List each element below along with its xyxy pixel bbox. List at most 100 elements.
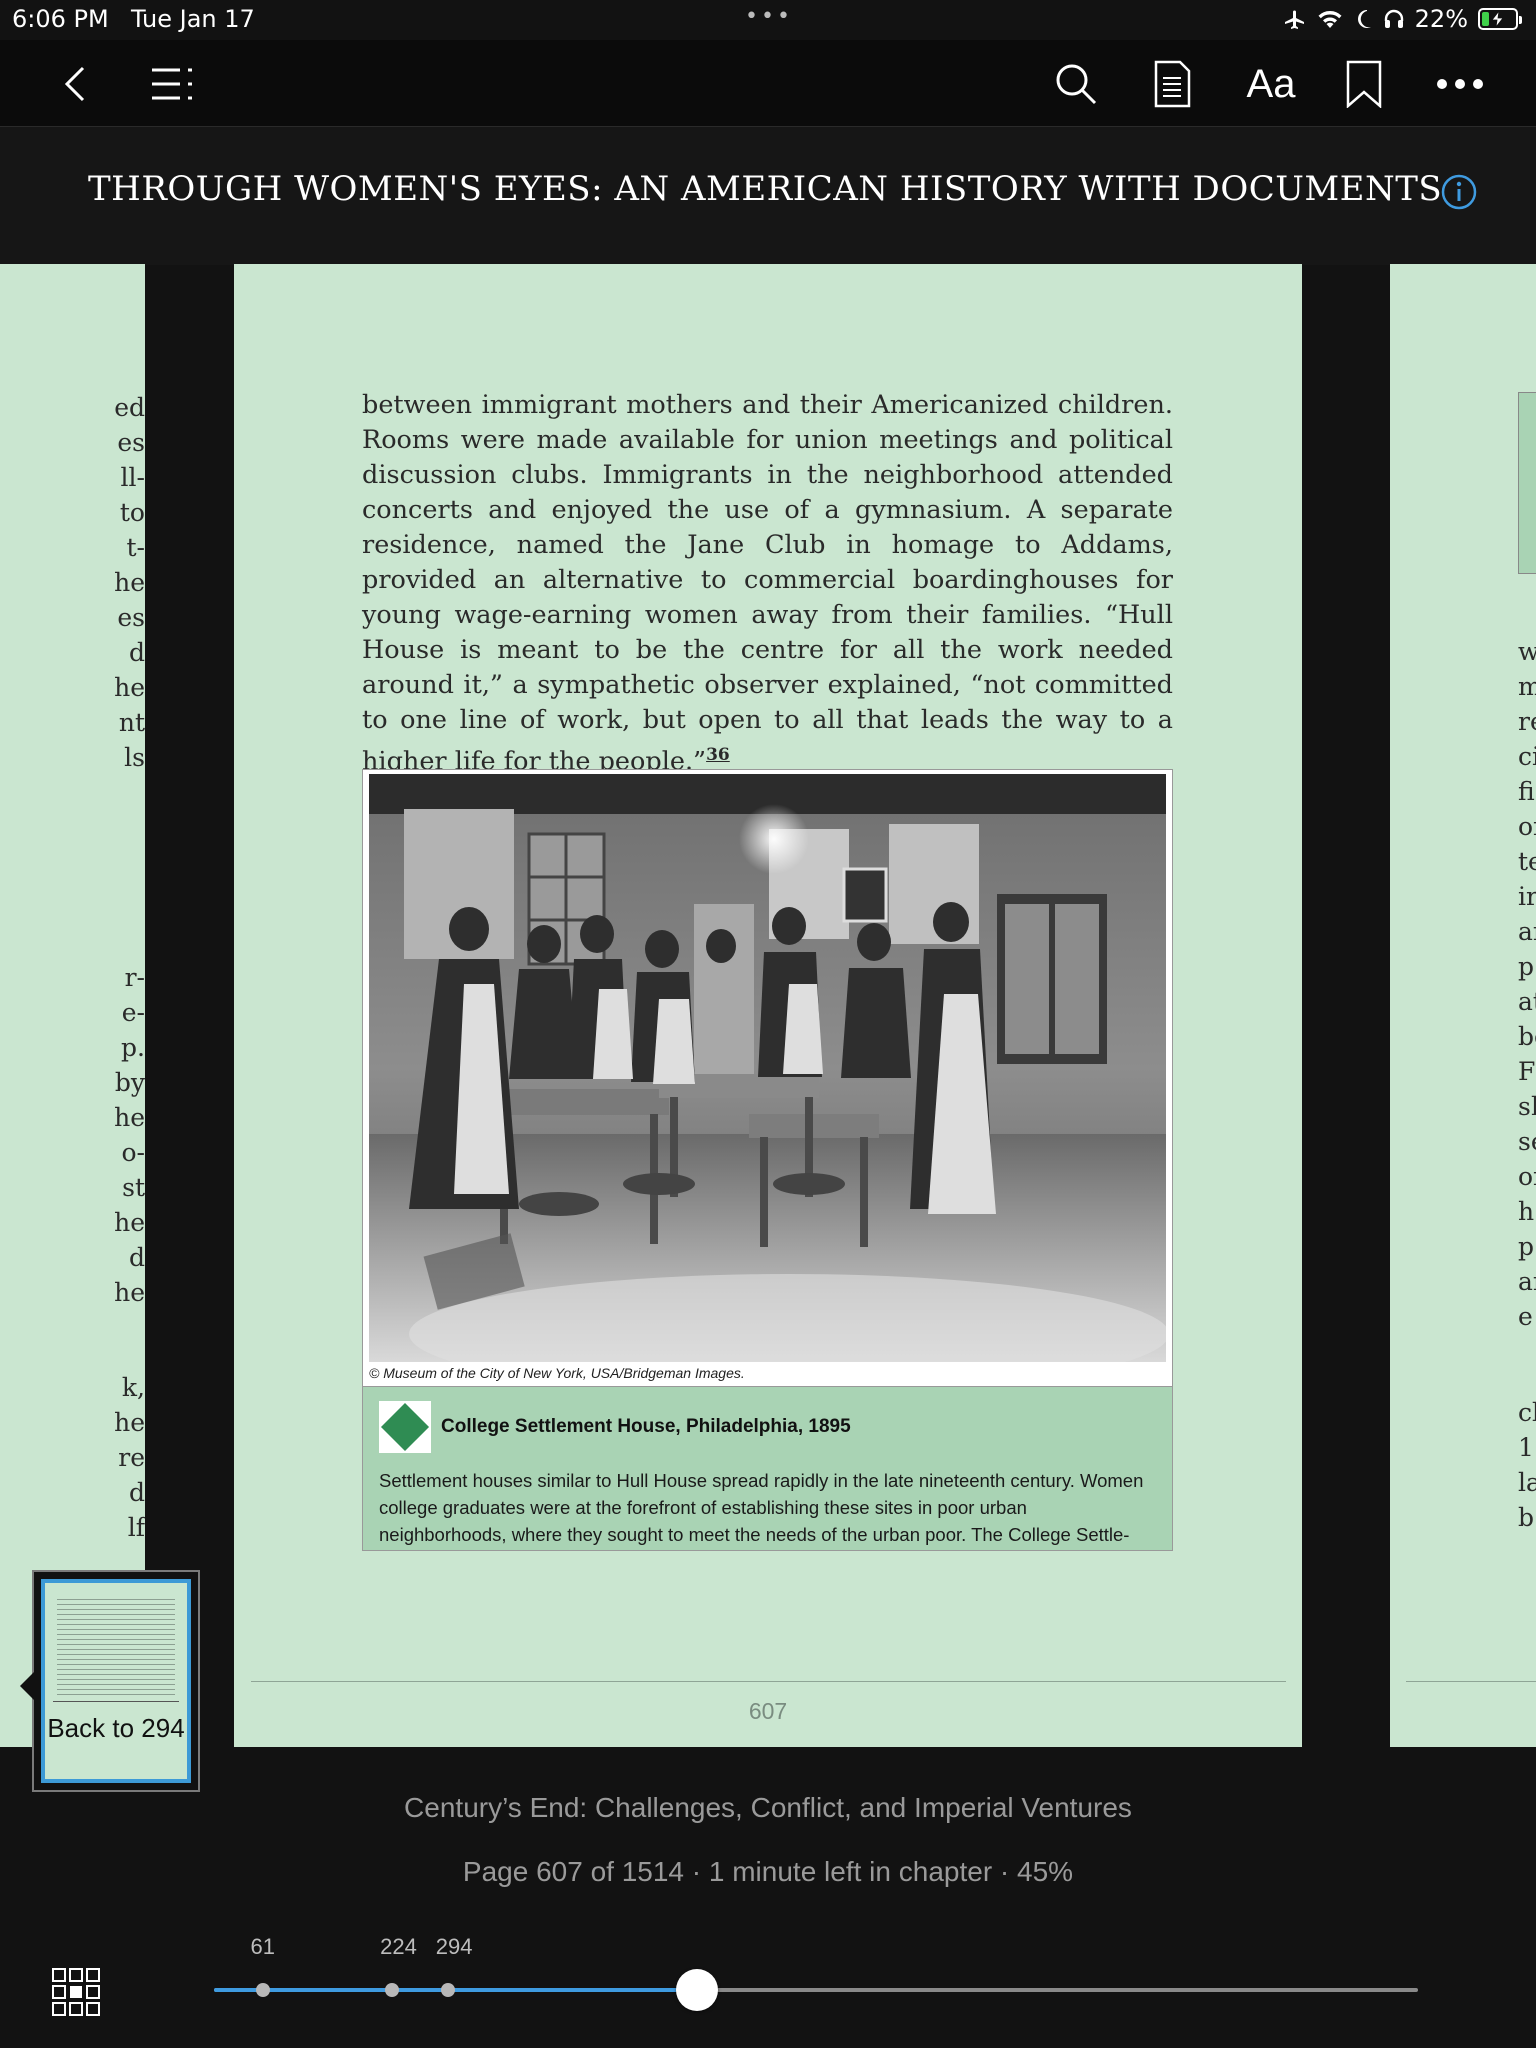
more-icon[interactable] <box>1434 58 1486 110</box>
battery-fill <box>1482 12 1490 26</box>
current-page[interactable]: between immigrant mothers and their Amer… <box>234 264 1302 1747</box>
previous-page-text-fragment: he <box>114 673 145 702</box>
previous-page-text-fragment: he <box>114 1408 145 1437</box>
previous-page-text-fragment: he <box>114 1278 145 1307</box>
previous-page-text-fragment: d <box>128 638 145 667</box>
chapter-title: Century’s End: Challenges, Conflict, and… <box>404 1792 1132 1823</box>
previous-page-text-fragment: to <box>119 498 145 527</box>
figure-title: College Settlement House, Philadelphia, … <box>441 1416 851 1437</box>
airplane-icon <box>1284 10 1304 29</box>
next-page-text-fragment: ar <box>1518 917 1536 946</box>
bookmark-icon[interactable] <box>1338 58 1390 110</box>
info-icon[interactable] <box>1441 174 1477 210</box>
status-bar: 6:06 PM Tue Jan 17 ••• 22% <box>0 0 1536 40</box>
page-footer-rule <box>251 1681 1286 1682</box>
previous-page-edge[interactable]: ed es ll-to t-he es d he nt ls r-e-p. by he o-st he d h… <box>0 264 145 1747</box>
body-paragraph: between immigrant mothers and their Amer… <box>362 390 1173 777</box>
previous-page-text-fragment: he <box>114 1103 145 1132</box>
slider-knob[interactable] <box>675 1969 718 2011</box>
headphones-icon <box>1384 9 1403 28</box>
next-page-text-fragment: of <box>1518 1162 1536 1191</box>
status-date: Tue Jan 17 <box>131 5 255 33</box>
previous-page-text-fragment: d <box>128 1478 145 1507</box>
status-indicators: 22% <box>1283 5 1522 33</box>
next-page-text-fragment: te <box>1518 847 1536 876</box>
next-page-text-fragment: fi <box>1518 777 1535 806</box>
next-page-rule <box>1406 1681 1536 1682</box>
settlement-house-photo[interactable] <box>369 774 1166 1362</box>
next-page-text-fragment: re <box>1518 707 1536 736</box>
back-page-thumbnail: Back to 294 <box>41 1579 191 1783</box>
next-page-text-fragment: p <box>1518 952 1535 981</box>
slider-mark-label: 294 <box>435 1934 473 1959</box>
thumbnail-text-lines <box>57 1595 175 1695</box>
thumbnail-rule <box>53 1701 179 1702</box>
previous-page-text-fragment: re <box>118 1443 145 1472</box>
next-page-text-fragment: 1 <box>1518 1433 1534 1462</box>
notebook-icon[interactable] <box>1146 58 1198 110</box>
previous-page-text-fragment: t- <box>126 533 146 562</box>
figure[interactable]: © Museum of the City of New York, USA/Br… <box>362 769 1173 1551</box>
next-page-text-fragment: la <box>1518 1468 1536 1497</box>
reading-progress-text[interactable]: Page 607 of 1514 · 1 minute left in chap… <box>0 1856 1536 1888</box>
figure-credit: © Museum of the City of New York, USA/Br… <box>369 1365 745 1381</box>
slider-progress-fill <box>214 1988 697 1992</box>
page-body-text: between immigrant mothers and their Amer… <box>362 388 1173 780</box>
page-flip-grid-icon[interactable] <box>52 1968 100 2016</box>
previous-page-text-fragment: ed <box>114 393 145 422</box>
next-page-text-fragment: at <box>1518 987 1536 1016</box>
next-page-text-fragment: be <box>1518 1022 1536 1051</box>
previous-page-text-fragment: e- <box>121 998 145 1027</box>
back-chevron-icon[interactable] <box>50 58 102 110</box>
next-page-text-fragment: se <box>1518 1127 1536 1156</box>
font-settings-icon[interactable]: Aa <box>1242 58 1300 110</box>
previous-page-text-fragment: d <box>128 1243 145 1272</box>
table-of-contents-icon[interactable] <box>146 58 198 110</box>
figure-caption-box: College Settlement House, Philadelphia, … <box>362 1387 1173 1551</box>
next-page-text-fragment: b <box>1518 1503 1535 1532</box>
battery-charging-icon <box>1478 8 1522 30</box>
next-page-text-fragment: e <box>1518 1302 1533 1331</box>
footnote-link[interactable]: 36 <box>706 745 730 765</box>
previous-page-text-fragment: r- <box>124 963 145 992</box>
battery-percent: 22% <box>1414 5 1468 33</box>
next-page-text-fragment: sh <box>1518 1092 1536 1121</box>
slider-mark[interactable] <box>440 1983 455 1997</box>
next-page-text-fragment: ir <box>1518 882 1536 911</box>
book-title: THROUGH WOMEN'S EYES: AN AMERICAN HISTOR… <box>88 169 1443 209</box>
reader-toolbar: Aa <box>0 40 1536 126</box>
page-slider[interactable] <box>214 1969 1418 2011</box>
slider-mark[interactable] <box>385 1983 400 1997</box>
previous-page-text-fragment: nt <box>118 708 145 737</box>
previous-page-text-fragment: ls <box>124 743 145 772</box>
next-page-text-fragment: Fi <box>1518 1057 1536 1086</box>
next-page-text-fragment: ci <box>1518 742 1536 771</box>
previous-page-text-fragment: st <box>122 1173 145 1202</box>
next-page-figure-edge <box>1518 392 1536 574</box>
next-page-text-fragment: ar <box>1518 1267 1536 1296</box>
previous-page-text-fragment: es <box>117 428 145 457</box>
next-page-text-fragment: of <box>1518 812 1536 841</box>
back-to-page-button[interactable]: Back to 294 <box>20 1570 200 1792</box>
next-page-text-fragment: cl <box>1518 1398 1536 1427</box>
next-page-text-fragment: w <box>1518 637 1536 666</box>
next-page-text-fragment: p <box>1518 1232 1535 1261</box>
status-time: 6:06 PM <box>12 5 109 33</box>
search-icon[interactable] <box>1050 58 1102 110</box>
book-title-bar: THROUGH WOMEN'S EYES: AN AMERICAN HISTOR… <box>0 126 1536 265</box>
wifi-icon <box>1318 10 1342 28</box>
slider-mark[interactable] <box>255 1983 270 1997</box>
multitasking-dots-icon[interactable]: ••• <box>745 4 793 29</box>
moon-icon <box>1357 10 1371 28</box>
next-page-text-fragment: m <box>1518 672 1536 701</box>
previous-page-text-fragment: p. <box>121 1033 145 1062</box>
next-page-text-fragment: h <box>1518 1197 1535 1226</box>
previous-page-text-fragment: he <box>114 1208 145 1237</box>
previous-page-text-fragment: by <box>114 1068 145 1097</box>
figure-frame: © Museum of the City of New York, USA/Br… <box>362 769 1173 1387</box>
slider-mark-label: 61 <box>250 1934 275 1959</box>
previous-page-text-fragment: lf <box>127 1513 145 1542</box>
figure-caption: Settlement houses similar to Hull House … <box>379 1470 1144 1545</box>
slider-mark-label: 224 <box>380 1934 417 1959</box>
next-page-edge[interactable]: wmrecifiofteirarpatbeFishseofhparecl1lab <box>1390 264 1536 1747</box>
